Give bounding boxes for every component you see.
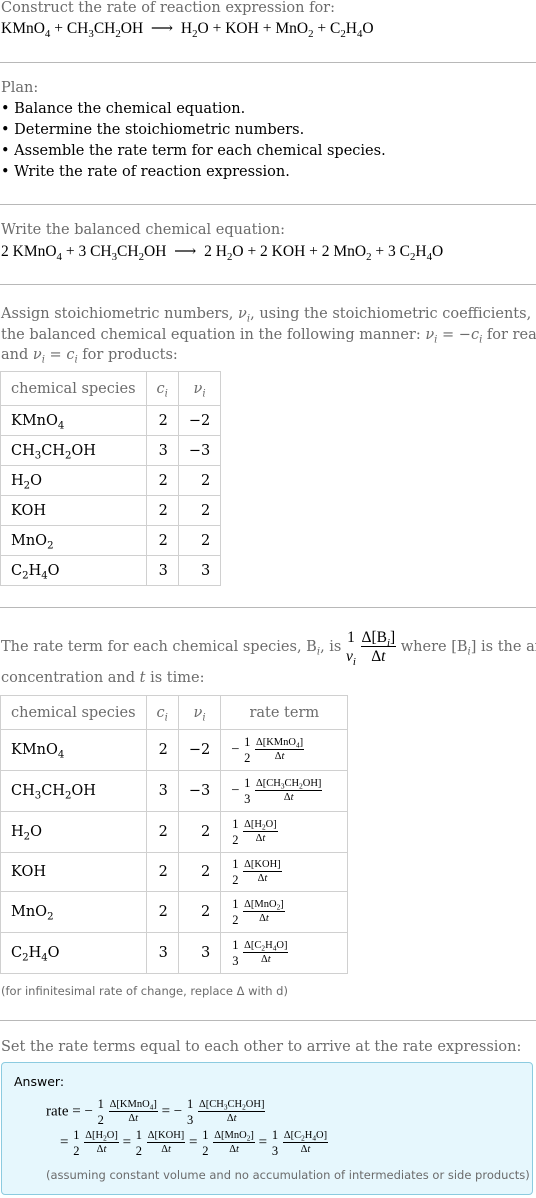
header-c: ci — [145, 371, 179, 406]
rate-term: 12 Δ[MnO2] Δt — [220, 891, 349, 933]
table-row: KMnO4 2 −2 — [0, 405, 222, 436]
rate-term-text: concentration and t is time: — [1, 670, 205, 686]
rate-term-text: The rate term for each chemical species,… — [1, 628, 536, 668]
rate-expression-line2: = 12 Δ[H2O] Δt = 12 Δ[KOH] Δt = 12 Δ[MnO2]… — [60, 1128, 329, 1158]
rate-term: 13 Δ[C2H4O] Δt — [220, 932, 349, 974]
reaction-arrow: ⟶ — [150, 20, 174, 37]
answer-box: Answer: rate = − 12 Δ[KMnO4] Δt = − 13 Δ[… — [1, 1062, 533, 1195]
table-row: MnO2 2 2 12 Δ[MnO2] Δt — [0, 891, 349, 933]
table-row: C2H4O 3 3 13 Δ[C2H4O] Δt — [0, 932, 349, 974]
table-row: C2H4O 3 3 — [0, 555, 222, 586]
table-row: H2O 2 2 — [0, 465, 222, 496]
answer-label: Answer: — [14, 1074, 65, 1089]
plan-step: • Balance the chemical equation. — [1, 101, 246, 117]
plan-heading: Plan: — [1, 80, 39, 96]
species-kmno4: KMnO4 — [1, 20, 51, 40]
header-species: chemical species — [0, 371, 147, 406]
rate-term-table: chemical species ci νi rate term KMnO4 2−… — [0, 695, 349, 974]
table-header: chemical species ci νi — [0, 371, 222, 406]
rate-term: − 13 Δ[CH3CH2OH] Δt — [220, 770, 349, 812]
balanced-heading: Write the balanced chemical equation: — [1, 222, 286, 238]
plan-step: • Assemble the rate term for each chemic… — [1, 143, 386, 159]
infinitesimal-note: (for infinitesimal rate of change, repla… — [1, 984, 288, 998]
table-row: KOH 2 2 — [0, 495, 222, 526]
rate-expression-line1: rate = − 12 Δ[KMnO4] Δt = − 13 Δ[CH3CH2OH… — [46, 1097, 266, 1127]
balanced-equation: 2 KMnO4 + 3 CH3CH2OH ⟶ 2 H2O + 2 KOH + 2… — [1, 243, 444, 263]
stoich-text: the balanced chemical equation in the fo… — [1, 327, 536, 346]
stoich-text: and νi = ci for products: — [1, 347, 178, 366]
table-row: KOH 2 2 12 Δ[KOH] Δt — [0, 852, 349, 892]
table-row: CH3CH2OH 3 −3 − 13 Δ[CH3CH2OH] Δt — [0, 770, 349, 812]
table-row: KMnO4 2 −2 − 12 Δ[KMnO4] Δt — [0, 729, 349, 771]
assumption-note: (assuming constant volume and no accumul… — [46, 1168, 530, 1182]
stoich-table: chemical species ci νi KMnO4 2 −2 CH3CH2OH… — [0, 371, 222, 586]
rate-term: − 12 Δ[KMnO4] Δt — [220, 729, 349, 771]
plan-step: • Write the rate of reaction expression. — [1, 164, 290, 180]
header-v: νi — [177, 371, 222, 406]
divider — [0, 1020, 536, 1021]
plan-step: • Determine the stoichiometric numbers. — [1, 122, 305, 138]
table-row: MnO2 2 2 — [0, 525, 222, 556]
unbalanced-reaction: KMnO4 + CH3CH2OH ⟶ H2O + KOH + MnO2 + C2… — [1, 20, 374, 40]
final-heading: Set the rate terms equal to each other t… — [1, 1039, 522, 1055]
table-header: chemical species ci νi rate term — [0, 695, 349, 730]
divider — [0, 284, 536, 285]
divider — [0, 62, 536, 63]
stoich-text: Assign stoichiometric numbers, νi, using… — [1, 306, 536, 325]
divider — [0, 607, 536, 608]
table-row: CH3CH2OH 3 −3 — [0, 435, 222, 466]
intro-heading: Construct the rate of reaction expressio… — [1, 0, 335, 16]
table-row: H2O 2 2 12 Δ[H2O] Δt — [0, 811, 349, 853]
rate-term: 12 Δ[H2O] Δt — [220, 811, 349, 853]
species-ch3ch2oh: CH3CH2OH — [66, 20, 144, 40]
divider — [0, 204, 536, 205]
rate-term: 12 Δ[KOH] Δt — [220, 852, 349, 892]
